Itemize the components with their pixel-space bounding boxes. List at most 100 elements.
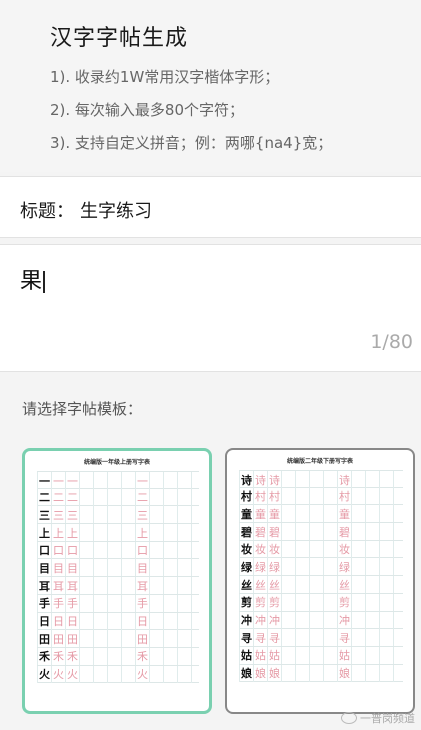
- template-cell: 娘: [254, 664, 268, 682]
- template-cell: [150, 559, 164, 577]
- template-cell: [94, 488, 108, 506]
- template-cell: [296, 629, 310, 647]
- template-cell: [178, 524, 192, 542]
- template-cell: 诗: [254, 471, 268, 488]
- template-cell: 日: [52, 612, 66, 630]
- template-cell: 剪: [254, 593, 268, 611]
- template-cell: [310, 576, 324, 594]
- template-cell: 上: [52, 524, 66, 542]
- template-cell: 口: [66, 541, 80, 559]
- template-cell: [94, 506, 108, 524]
- template-cell: 耳: [136, 577, 150, 595]
- template-cell: [296, 471, 310, 488]
- template-cell: [164, 506, 178, 524]
- template-cell: 姑: [338, 646, 352, 664]
- template-cell: [282, 505, 296, 523]
- template-cell: [178, 541, 192, 559]
- template-char: 剪: [239, 593, 254, 611]
- template-cell: 童: [338, 505, 352, 523]
- template-cell: [282, 629, 296, 647]
- template-cell: [178, 472, 192, 489]
- template-cell: [122, 488, 136, 506]
- watermark: 一普岗频道: [341, 710, 415, 726]
- template-cell: [164, 612, 178, 630]
- template-cell: [164, 541, 178, 559]
- template-cell: 绿: [338, 558, 352, 576]
- template-char: 二: [37, 488, 52, 506]
- template-cell: [380, 576, 394, 594]
- template-cell: [282, 664, 296, 682]
- template-cell: [108, 488, 122, 506]
- template-cell: 冲: [254, 611, 268, 629]
- template-char: 寻: [239, 629, 254, 647]
- template-card-2[interactable]: 统编版二年级下册写字表 诗诗诗诗村村村村童童童童碧碧碧碧妆妆妆妆绿绿绿绿丝丝丝丝…: [225, 448, 415, 714]
- template-cell: [108, 630, 122, 648]
- title-field[interactable]: 标题： 生字练习: [0, 176, 421, 238]
- template-char: 碧: [239, 523, 254, 541]
- template-cell: [282, 558, 296, 576]
- template-cell: [366, 629, 380, 647]
- template-cell: [80, 472, 94, 489]
- template-row: 日日日日: [37, 612, 199, 631]
- template-cell: [94, 541, 108, 559]
- title-label: 标题：: [20, 201, 74, 222]
- template-cell: 诗: [338, 471, 352, 488]
- template-cell: [380, 611, 394, 629]
- template-char: 绿: [239, 558, 254, 576]
- template-cell: 冲: [338, 611, 352, 629]
- template-cell: [150, 630, 164, 648]
- template-cell: [80, 630, 94, 648]
- template-cell: [352, 471, 366, 488]
- template-char: 冲: [239, 611, 254, 629]
- template-row: 上上上上: [37, 524, 199, 542]
- template-cell: 村: [254, 487, 268, 505]
- template-char: 口: [37, 541, 52, 559]
- template-cell: [80, 541, 94, 559]
- template-cell: [108, 559, 122, 577]
- template-cell: 一: [52, 472, 66, 489]
- template-cell: [122, 524, 136, 542]
- template-row: 童童童童: [239, 505, 403, 524]
- template-cell: [178, 488, 192, 506]
- template-cell: [324, 576, 338, 594]
- template-cell: [282, 540, 296, 558]
- template-char: 姑: [239, 646, 254, 664]
- title-input[interactable]: 生字练习: [80, 197, 152, 223]
- template-row: 娘娘娘娘: [239, 664, 403, 683]
- template-heading: 统编版二年级下册写字表: [286, 458, 353, 465]
- template-cell: [108, 612, 122, 630]
- template-cell: [282, 593, 296, 611]
- template-cell: [122, 472, 136, 489]
- template-cell: [178, 577, 192, 595]
- template-row: 耳耳耳耳: [37, 577, 199, 595]
- template-row: 村村村村: [239, 487, 403, 506]
- template-cell: [324, 540, 338, 558]
- template-cell: [324, 471, 338, 488]
- template-cell: [324, 523, 338, 541]
- template-cell: [80, 506, 94, 524]
- character-input[interactable]: 果: [20, 263, 46, 295]
- template-cell: [324, 629, 338, 647]
- template-cell: 田: [136, 630, 150, 648]
- template-char: 娘: [239, 664, 254, 682]
- template-cell: [296, 576, 310, 594]
- template-cell: 日: [66, 612, 80, 630]
- template-cell: 手: [136, 594, 150, 612]
- template-cell: 碧: [268, 523, 282, 541]
- template-cell: [94, 630, 108, 648]
- template-cell: 诗: [268, 471, 282, 488]
- template-cell: [310, 593, 324, 611]
- template-cell: [94, 559, 108, 577]
- template-cell: 绿: [268, 558, 282, 576]
- character-input-area[interactable]: 果 1/80: [0, 244, 421, 372]
- template-cell: [324, 487, 338, 505]
- template-heading: 统编版一年级上册写字表: [83, 459, 150, 466]
- template-cell: [324, 593, 338, 611]
- template-row: 三三三三: [37, 506, 199, 525]
- template-card-1[interactable]: 统编版一年级上册写字表 一一一一二二二二三三三三上上上上口口口口目目目目耳耳耳耳…: [22, 448, 212, 714]
- template-cell: [150, 524, 164, 542]
- template-cell: 火: [52, 665, 66, 683]
- template-cell: 寻: [268, 629, 282, 647]
- template-cell: 目: [136, 559, 150, 577]
- template-cell: [310, 646, 324, 664]
